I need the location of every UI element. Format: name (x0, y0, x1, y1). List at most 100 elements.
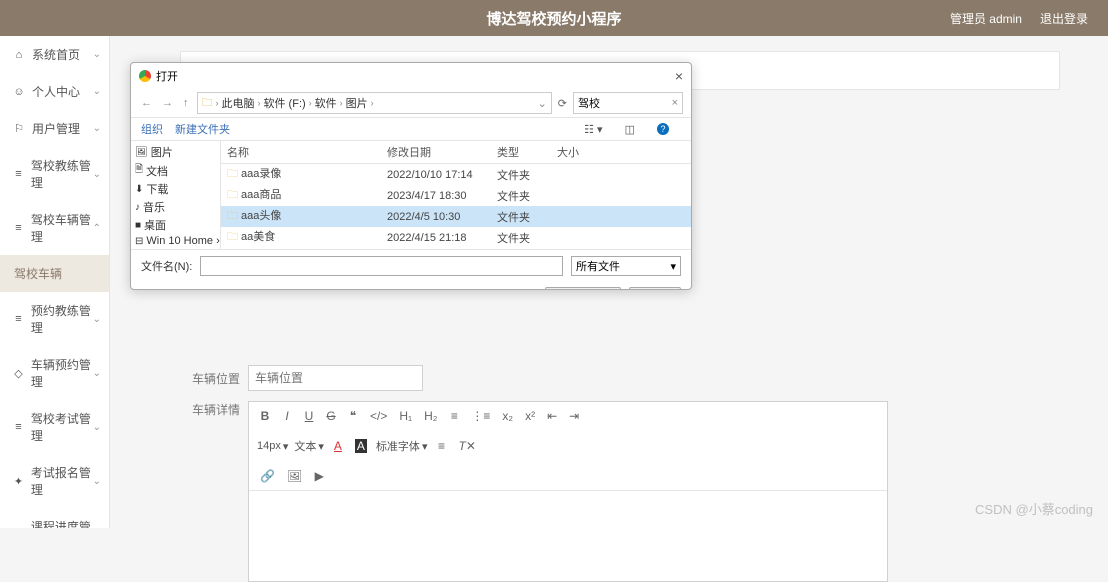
search-input[interactable]: 驾校 × (573, 92, 683, 114)
tree-item[interactable]: ⊟Win 10 Home › (135, 234, 216, 248)
rich-editor: B I U G ❝ </> H₁ H₂ ≡ ⋮≡ x₂ x² ⇤ ⇥ 14px … (248, 401, 888, 582)
fonttype-select[interactable]: 文本 ▾ (294, 438, 324, 454)
app-title: 博达驾校预约小程序 (486, 8, 621, 29)
chevron-icon: ⌄ (93, 368, 101, 379)
app-header: 博达驾校预约小程序 管理员 admin 退出登录 (0, 0, 1108, 36)
tree-item[interactable]: ■桌面 (135, 216, 216, 234)
quote-icon[interactable]: ❝ (345, 407, 361, 425)
sidebar-item-label: 驾校车辆管理 (31, 211, 97, 245)
open-button[interactable]: 打开(O) ▾ (545, 287, 621, 290)
list-ol-icon[interactable]: ≡ (446, 407, 462, 425)
file-row[interactable]: 🗀aa美食2022/4/15 21:18文件夹 (221, 227, 691, 248)
sup-icon[interactable]: x² (522, 407, 538, 425)
bgcolor-icon[interactable]: A (352, 437, 370, 455)
sidebar-item-3[interactable]: ≡驾校教练管理⌄ (0, 147, 109, 201)
preview-pane-icon[interactable]: ◫ (625, 123, 635, 136)
refresh-icon[interactable]: ⟳ (558, 97, 567, 110)
sidebar-item-label: 驾校车辆 (14, 265, 62, 282)
h1-icon[interactable]: H₁ (396, 407, 415, 425)
nav-icon: ≡ (12, 312, 25, 326)
strike-icon[interactable]: G (323, 407, 339, 425)
tree-item[interactable]: 🖼图片 (135, 143, 216, 161)
align-icon[interactable]: ≡ (433, 437, 449, 455)
file-row[interactable]: 🗀aaa商品2023/4/17 18:30文件夹 (221, 185, 691, 206)
fontcolor-icon[interactable]: A (330, 437, 346, 455)
chevron-icon: ⌄ (93, 476, 101, 487)
new-folder-button[interactable]: 新建文件夹 (175, 121, 230, 137)
chevron-down-icon[interactable]: ⌄ (538, 97, 547, 110)
outdent-icon[interactable]: ⇥ (566, 407, 582, 425)
folder-icon: 🗀 (227, 231, 238, 243)
sidebar-item-10[interactable]: ≡课程进度管理⌄ (0, 508, 109, 528)
tree-item[interactable]: 🗎文档 (135, 161, 216, 180)
folder-icon: 🗀 (227, 189, 238, 201)
sidebar-item-label: 车辆预约管理 (31, 356, 97, 390)
image-icon[interactable]: 🖼 (284, 467, 305, 485)
detail-label: 车辆详情 (180, 401, 240, 418)
filetype-select[interactable]: 所有文件▾ (571, 256, 681, 276)
up-icon[interactable]: ↑ (181, 97, 191, 109)
nav-icon: ≡ (12, 167, 25, 181)
nav-icon: ✦ (12, 474, 25, 488)
italic-icon[interactable]: I (279, 407, 295, 425)
chevron-icon: ⌃ (93, 223, 101, 234)
fontsize-select[interactable]: 14px ▾ (257, 440, 288, 453)
sidebar-item-7[interactable]: ◇ 车辆预约管理⌄ (0, 346, 109, 400)
sidebar-item-5[interactable]: 驾校车辆 (0, 255, 109, 292)
sidebar-item-label: 个人中心 (32, 83, 80, 100)
folder-icon: 🗀 (202, 94, 213, 113)
sub-icon[interactable]: x₂ (499, 407, 516, 425)
link-icon[interactable]: 🔗 (257, 467, 278, 485)
help-icon[interactable]: ? (657, 123, 669, 135)
filename-input[interactable] (200, 256, 563, 276)
tree-item[interactable]: ♪音乐 (135, 198, 216, 216)
organize-menu[interactable]: 组织 (141, 121, 163, 137)
sidebar-item-0[interactable]: ⌂系统首页⌄ (0, 36, 109, 73)
editor-toolbar: B I U G ❝ </> H₁ H₂ ≡ ⋮≡ x₂ x² ⇤ ⇥ 14px … (249, 402, 887, 491)
file-row[interactable]: 🗀aaa头像2022/4/5 10:30文件夹 (221, 206, 691, 227)
indent-icon[interactable]: ⇤ (544, 407, 560, 425)
path-bar[interactable]: 🗀 › 此电脑› 软件 (F:)› 软件› 图片› ⌄ (197, 92, 552, 114)
watermark: CSDN @小蔡coding (975, 499, 1093, 518)
sidebar-item-4[interactable]: ≡ 驾校车辆管理⌃ (0, 201, 109, 255)
back-icon[interactable]: ← (139, 97, 154, 109)
sidebar-item-6[interactable]: ≡预约教练管理⌄ (0, 292, 109, 346)
header-right: 管理员 admin 退出登录 (950, 10, 1088, 27)
cancel-button[interactable]: 取消 (629, 287, 681, 290)
view-mode-icon[interactable]: ☷ ▾ (584, 123, 602, 136)
sidebar-item-8[interactable]: ≡驾校考试管理⌄ (0, 400, 109, 454)
underline-icon[interactable]: U (301, 407, 317, 425)
tree-item[interactable]: ⬇下载 (135, 180, 216, 198)
clear-icon[interactable]: T✕ (455, 437, 478, 455)
forward-icon[interactable]: → (160, 97, 175, 109)
video-icon[interactable]: ▶ (311, 467, 327, 485)
dialog-titlebar: 打开 × (131, 63, 691, 89)
sidebar-item-2[interactable]: ⚐用户管理⌄ (0, 110, 109, 147)
chevron-icon: ⌄ (93, 86, 101, 97)
chrome-icon (139, 70, 151, 82)
file-row[interactable]: 🗀aaa录像2022/10/10 17:14文件夹 (221, 164, 691, 185)
sidebar-item-label: 预约教练管理 (31, 302, 97, 336)
sidebar-item-1[interactable]: ☺个人中心⌄ (0, 73, 109, 110)
tree-item[interactable]: ⊟系统 (D:) (135, 248, 216, 249)
dialog-nav: ← → ↑ 🗀 › 此电脑› 软件 (F:)› 软件› 图片› ⌄ ⟳ 驾校 × (131, 89, 691, 118)
editor-body[interactable] (249, 491, 887, 581)
logout-link[interactable]: 退出登录 (1040, 10, 1088, 27)
nav-icon: ≡ (12, 420, 25, 434)
bold-icon[interactable]: B (257, 407, 273, 425)
list-ul-icon[interactable]: ⋮≡ (468, 407, 493, 425)
fontfamily-select[interactable]: 标准字体 ▾ (376, 438, 428, 454)
nav-icon: ◇ (12, 366, 25, 380)
code-icon[interactable]: </> (367, 407, 390, 425)
sidebar-item-label: 用户管理 (32, 120, 80, 137)
close-icon[interactable]: × (675, 68, 683, 84)
sidebar-item-label: 驾校教练管理 (31, 157, 97, 191)
file-row[interactable]: 🗀aa校园2022/10/25 8:55文件夹 (221, 248, 691, 249)
admin-label[interactable]: 管理员 admin (950, 10, 1022, 27)
nav-icon: ≡ (12, 221, 25, 235)
sidebar-item-9[interactable]: ✦考试报名管理⌄ (0, 454, 109, 508)
position-input[interactable] (248, 365, 423, 391)
clear-search-icon[interactable]: × (672, 97, 678, 109)
folder-icon: 🗀 (227, 210, 238, 222)
h2-icon[interactable]: H₂ (421, 407, 440, 425)
